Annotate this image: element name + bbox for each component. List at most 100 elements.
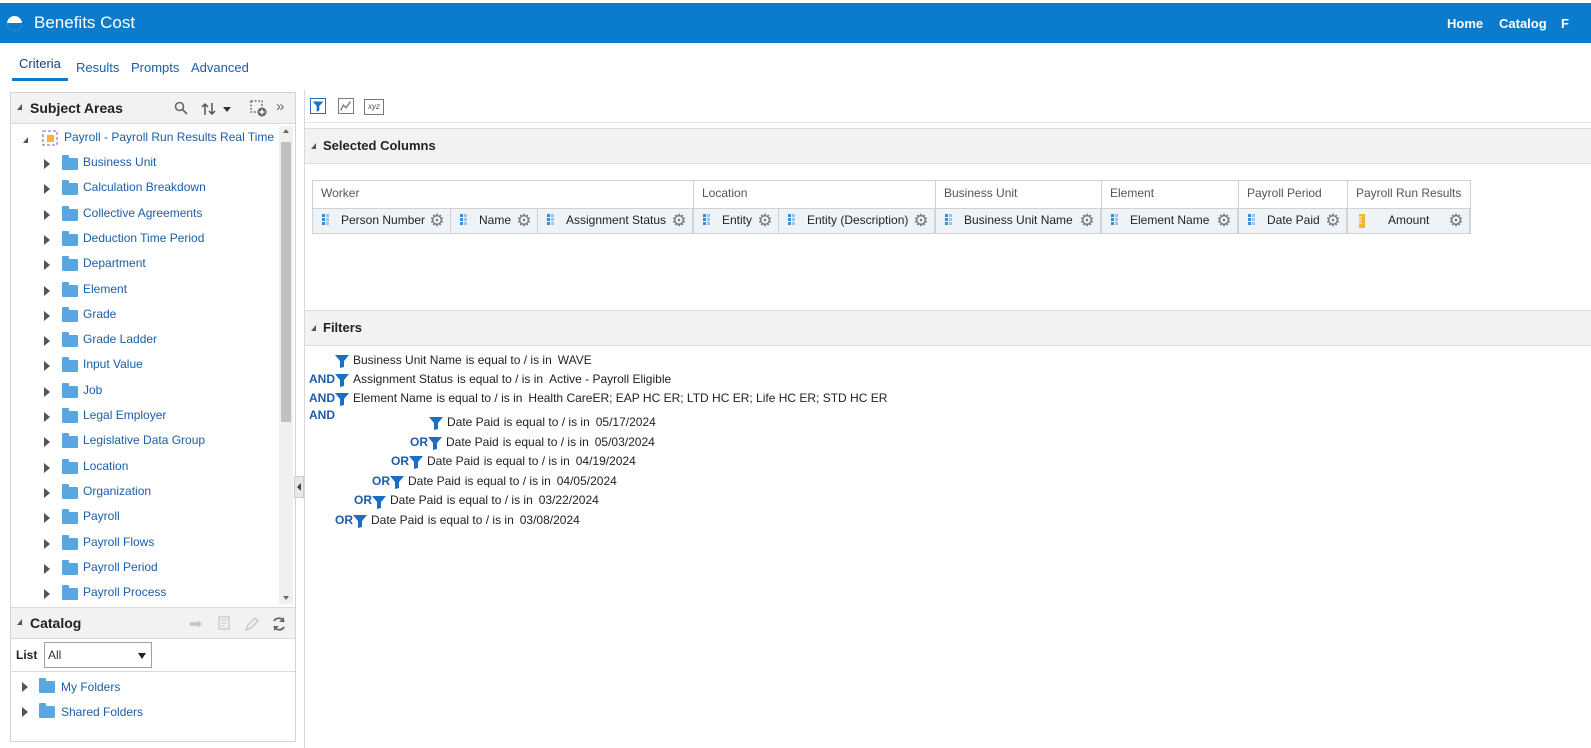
- tree-item[interactable]: Payroll Period: [11, 558, 279, 580]
- nav-more-link[interactable]: F: [1561, 16, 1569, 31]
- filter-funnel-icon[interactable]: [428, 435, 442, 450]
- tree-item[interactable]: Grade Ladder: [11, 330, 279, 352]
- scroll-thumb[interactable]: [281, 142, 291, 422]
- add-subject-area-icon[interactable]: [250, 100, 267, 117]
- filter-value[interactable]: Active - Payroll Eligible: [549, 372, 671, 386]
- xyz-icon[interactable]: xyz: [364, 99, 384, 115]
- filter-logic-operator[interactable]: OR: [410, 435, 428, 449]
- filter-logic-operator[interactable]: AND: [309, 408, 335, 422]
- tab-advanced[interactable]: Advanced: [191, 56, 249, 82]
- filter-field[interactable]: Assignment Status: [353, 372, 453, 386]
- filter-value[interactable]: WAVE: [558, 353, 592, 367]
- tab-criteria[interactable]: Criteria: [12, 52, 68, 81]
- search-icon[interactable]: [174, 101, 188, 115]
- expand-caret-icon[interactable]: [44, 386, 50, 397]
- collapse-subject-areas-icon[interactable]: [17, 104, 22, 110]
- filter-funnel-icon[interactable]: [335, 391, 349, 407]
- tree-scrollbar[interactable]: [279, 126, 293, 604]
- tree-item[interactable]: Location: [11, 457, 279, 479]
- filter-value[interactable]: 05/17/2024: [596, 415, 656, 429]
- gear-icon[interactable]: ⚙: [671, 212, 687, 229]
- tree-item[interactable]: Deduction Time Period: [11, 229, 279, 251]
- expand-caret-icon[interactable]: [44, 209, 50, 220]
- tree-item[interactable]: Element: [11, 280, 279, 302]
- filter-field[interactable]: Date Paid: [408, 474, 461, 488]
- expand-caret-icon[interactable]: [44, 260, 50, 271]
- tab-results[interactable]: Results: [76, 56, 119, 82]
- filter-row[interactable]: AND Element Name is equal to / is in Health…: [309, 391, 887, 407]
- tree-item[interactable]: Business Unit: [11, 153, 279, 175]
- expand-caret-icon[interactable]: [44, 336, 50, 347]
- refresh-icon[interactable]: [271, 616, 287, 632]
- gear-icon[interactable]: ⚙: [1079, 212, 1095, 229]
- tree-item[interactable]: Department: [11, 254, 279, 276]
- filter-logic-operator[interactable]: OR: [372, 474, 390, 488]
- expand-caret-icon[interactable]: [44, 412, 50, 422]
- filter-row[interactable]: Date Paid is equal to / is in 05/17/2024: [429, 415, 656, 431]
- catalog-folder[interactable]: Shared Folders: [10, 701, 280, 723]
- expand-caret-icon[interactable]: [44, 361, 50, 372]
- collapse-filters-icon[interactable]: [311, 325, 316, 331]
- collapse-root-icon[interactable]: [23, 137, 28, 143]
- tree-item[interactable]: Payroll Flows: [11, 533, 279, 555]
- filter-logic-operator[interactable]: OR: [335, 513, 353, 527]
- filter-row[interactable]: OR Date Paid is equal to / is in 05/03/2024: [410, 435, 655, 450]
- filter-row[interactable]: AND Assignment Status is equal to / is in A…: [309, 372, 671, 388]
- filter-field[interactable]: Date Paid: [427, 454, 480, 468]
- tree-item[interactable]: Grade: [11, 305, 279, 327]
- filter-field[interactable]: Date Paid: [390, 493, 443, 507]
- tree-item[interactable]: Collective Agreements: [11, 204, 279, 226]
- selected-column[interactable]: Name ⚙: [451, 208, 538, 233]
- selected-column[interactable]: Entity ⚙: [694, 208, 779, 233]
- nav-catalog-link[interactable]: Catalog: [1499, 16, 1547, 31]
- tree-item[interactable]: Legislative Data Group: [11, 431, 279, 453]
- expand-caret-icon[interactable]: [22, 682, 28, 692]
- filter-funnel-icon[interactable]: [390, 474, 404, 490]
- tree-item[interactable]: Legal Employer: [11, 406, 279, 428]
- filter-field[interactable]: Business Unit Name: [353, 353, 462, 367]
- nav-home-link[interactable]: Home: [1447, 16, 1483, 31]
- selected-column[interactable]: Amount ⚙: [1348, 208, 1470, 233]
- expand-caret-icon[interactable]: [22, 707, 28, 717]
- filter-row[interactable]: Business Unit Name is equal to / is in WAV…: [335, 353, 592, 369]
- filter-value[interactable]: 03/22/2024: [539, 493, 599, 507]
- expand-caret-icon[interactable]: [44, 513, 50, 524]
- selected-column[interactable]: Assignment Status ⚙: [538, 208, 693, 233]
- expand-caret-icon[interactable]: [44, 437, 50, 448]
- tree-item[interactable]: Organization: [11, 482, 279, 504]
- sort-icon[interactable]: [201, 101, 233, 117]
- selected-column[interactable]: Element Name ⚙: [1102, 208, 1238, 233]
- filter-row[interactable]: OR Date Paid is equal to / is in 03/22/2024: [354, 493, 599, 509]
- scroll-down-icon[interactable]: [283, 596, 289, 600]
- gear-icon[interactable]: ⚙: [429, 212, 445, 229]
- filter-logic-operator[interactable]: OR: [391, 454, 409, 468]
- filter-funnel-icon[interactable]: [372, 494, 386, 509]
- filter-value[interactable]: 04/19/2024: [576, 454, 636, 468]
- arrow-right-icon[interactable]: ➡: [189, 614, 202, 634]
- filter-value[interactable]: 04/05/2024: [557, 474, 617, 488]
- filter-logic-operator[interactable]: AND: [309, 372, 335, 386]
- filter-value[interactable]: Health CareER; EAP HC ER; LTD HC ER; Lif…: [528, 391, 887, 405]
- filter-row[interactable]: OR Date Paid is equal to / is in 04/19/2024: [391, 454, 636, 470]
- catalog-folder[interactable]: My Folders: [10, 676, 280, 698]
- filter-logic-operator[interactable]: OR: [354, 493, 372, 507]
- filter-field[interactable]: Date Paid: [447, 415, 500, 429]
- tree-item[interactable]: Payroll Process: [11, 583, 279, 604]
- gear-icon[interactable]: ⚙: [1216, 212, 1232, 229]
- expand-caret-icon[interactable]: [44, 184, 50, 195]
- filter-field[interactable]: Element Name: [353, 391, 432, 405]
- filter-logic-operator[interactable]: AND: [309, 391, 335, 405]
- filter-row[interactable]: OR Date Paid is equal to / is in 04/05/2024: [372, 474, 617, 490]
- selected-column[interactable]: Business Unit Name ⚙: [936, 208, 1101, 233]
- filter-funnel-icon[interactable]: [429, 415, 443, 431]
- expand-caret-icon[interactable]: [44, 538, 50, 549]
- filter-field[interactable]: Date Paid: [371, 513, 424, 527]
- filter-funnel-icon[interactable]: [353, 513, 367, 529]
- gear-icon[interactable]: ⚙: [516, 212, 532, 229]
- selected-column[interactable]: Person Number ⚙: [313, 208, 451, 233]
- expand-caret-icon[interactable]: [44, 310, 50, 321]
- filter-row[interactable]: OR Date Paid is equal to / is in 03/08/2024: [335, 513, 580, 529]
- filter-funnel-icon[interactable]: [409, 455, 423, 470]
- filter-toolbar-icon[interactable]: [310, 98, 326, 114]
- tab-prompts[interactable]: Prompts: [131, 56, 179, 82]
